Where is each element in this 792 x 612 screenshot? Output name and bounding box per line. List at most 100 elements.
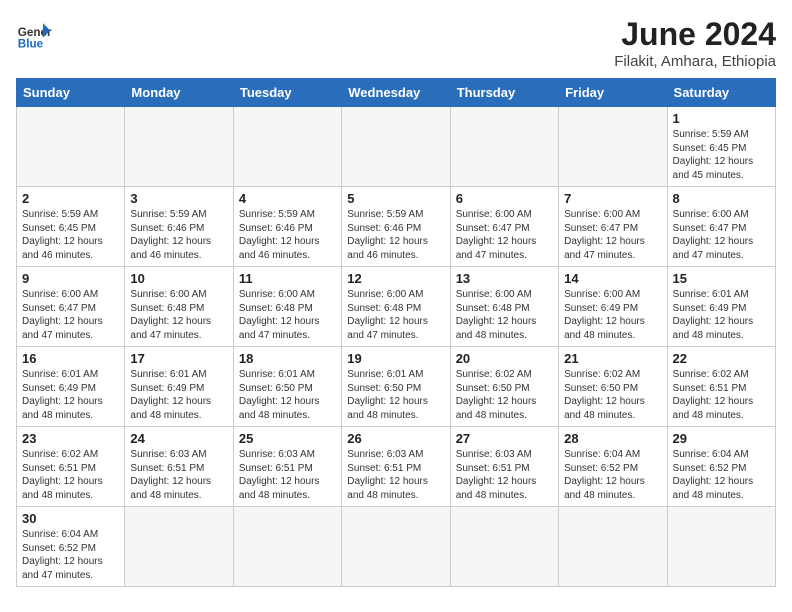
day-number: 16	[22, 351, 119, 366]
calendar-day-cell: 15 Sunrise: 6:01 AM Sunset: 6:49 PM Dayli…	[667, 267, 775, 347]
calendar-day-cell: 29 Sunrise: 6:04 AM Sunset: 6:52 PM Dayli…	[667, 427, 775, 507]
calendar-day-cell: 27 Sunrise: 6:03 AM Sunset: 6:51 PM Dayli…	[450, 427, 558, 507]
column-header-saturday: Saturday	[667, 79, 775, 107]
day-number: 13	[456, 271, 553, 286]
calendar-day-cell: 28Sunrise: 6:04 AM Sunset: 6:52 PM Dayli…	[559, 427, 667, 507]
logo-icon: General Blue	[16, 16, 52, 52]
day-info: Sunrise: 6:02 AM Sunset: 6:50 PM Dayligh…	[456, 368, 553, 422]
day-info: Sunrise: 6:03 AM Sunset: 6:51 PM Dayligh…	[239, 448, 336, 502]
day-number: 1	[673, 111, 770, 126]
calendar-day-cell: 21Sunrise: 6:02 AM Sunset: 6:50 PM Dayli…	[559, 347, 667, 427]
calendar-day-cell: 2Sunrise: 5:59 AM Sunset: 6:45 PM Daylig…	[17, 187, 125, 267]
day-number: 19	[347, 351, 444, 366]
day-number: 12	[347, 271, 444, 286]
calendar-day-cell: 30 Sunrise: 6:04 AM Sunset: 6:52 PM Dayli…	[17, 507, 125, 587]
calendar-day-cell: 3 Sunrise: 5:59 AM Sunset: 6:46 PM Daylig…	[125, 187, 233, 267]
calendar-day-cell	[233, 507, 341, 587]
day-number: 15	[673, 271, 770, 286]
calendar-day-cell: 5 Sunrise: 5:59 AM Sunset: 6:46 PM Daylig…	[342, 187, 450, 267]
day-info: Sunrise: 6:01 AM Sunset: 6:50 PM Dayligh…	[347, 368, 444, 422]
calendar-day-cell: 14 Sunrise: 6:00 AM Sunset: 6:49 PM Dayli…	[559, 267, 667, 347]
day-number: 18	[239, 351, 336, 366]
day-number: 28	[564, 431, 661, 446]
day-info: Sunrise: 6:04 AM Sunset: 6:52 PM Dayligh…	[673, 448, 770, 502]
day-info: Sunrise: 5:59 AM Sunset: 6:46 PM Dayligh…	[130, 208, 227, 262]
month-year-title: June 2024	[614, 16, 776, 53]
calendar-day-cell: 12 Sunrise: 6:00 AM Sunset: 6:48 PM Dayli…	[342, 267, 450, 347]
day-info: Sunrise: 6:03 AM Sunset: 6:51 PM Dayligh…	[456, 448, 553, 502]
day-number: 6	[456, 191, 553, 206]
day-info: Sunrise: 6:00 AM Sunset: 6:49 PM Dayligh…	[564, 288, 661, 342]
day-number: 14	[564, 271, 661, 286]
calendar-day-cell: 7 Sunrise: 6:00 AM Sunset: 6:47 PM Daylig…	[559, 187, 667, 267]
calendar-day-cell: 25Sunrise: 6:03 AM Sunset: 6:51 PM Dayli…	[233, 427, 341, 507]
calendar-day-cell: 13 Sunrise: 6:00 AM Sunset: 6:48 PM Dayli…	[450, 267, 558, 347]
day-number: 27	[456, 431, 553, 446]
calendar-day-cell: 18 Sunrise: 6:01 AM Sunset: 6:50 PM Dayli…	[233, 347, 341, 427]
calendar-week-row: 2Sunrise: 5:59 AM Sunset: 6:45 PM Daylig…	[17, 187, 776, 267]
day-info: Sunrise: 5:59 AM Sunset: 6:46 PM Dayligh…	[347, 208, 444, 262]
calendar-day-cell	[17, 107, 125, 187]
day-info: Sunrise: 6:00 AM Sunset: 6:47 PM Dayligh…	[673, 208, 770, 262]
calendar-day-cell: 8Sunrise: 6:00 AM Sunset: 6:47 PM Daylig…	[667, 187, 775, 267]
calendar-week-row: 23 Sunrise: 6:02 AM Sunset: 6:51 PM Dayli…	[17, 427, 776, 507]
page-header: General Blue June 2024 Filakit, Amhara, …	[16, 16, 776, 70]
day-info: Sunrise: 6:03 AM Sunset: 6:51 PM Dayligh…	[130, 448, 227, 502]
day-number: 24	[130, 431, 227, 446]
day-info: Sunrise: 6:01 AM Sunset: 6:50 PM Dayligh…	[239, 368, 336, 422]
day-info: Sunrise: 6:01 AM Sunset: 6:49 PM Dayligh…	[130, 368, 227, 422]
calendar-week-row: 30 Sunrise: 6:04 AM Sunset: 6:52 PM Dayli…	[17, 507, 776, 587]
calendar-header-row: SundayMondayTuesdayWednesdayThursdayFrid…	[17, 79, 776, 107]
column-header-tuesday: Tuesday	[233, 79, 341, 107]
day-info: Sunrise: 6:03 AM Sunset: 6:51 PM Dayligh…	[347, 448, 444, 502]
day-info: Sunrise: 6:02 AM Sunset: 6:51 PM Dayligh…	[673, 368, 770, 422]
column-header-thursday: Thursday	[450, 79, 558, 107]
day-number: 26	[347, 431, 444, 446]
day-info: Sunrise: 6:00 AM Sunset: 6:48 PM Dayligh…	[239, 288, 336, 342]
day-info: Sunrise: 6:00 AM Sunset: 6:48 PM Dayligh…	[347, 288, 444, 342]
day-info: Sunrise: 6:00 AM Sunset: 6:48 PM Dayligh…	[456, 288, 553, 342]
calendar-day-cell: 17 Sunrise: 6:01 AM Sunset: 6:49 PM Dayli…	[125, 347, 233, 427]
day-info: Sunrise: 5:59 AM Sunset: 6:46 PM Dayligh…	[239, 208, 336, 262]
svg-text:Blue: Blue	[18, 38, 44, 51]
calendar-day-cell	[450, 507, 558, 587]
calendar-day-cell: 26 Sunrise: 6:03 AM Sunset: 6:51 PM Dayli…	[342, 427, 450, 507]
day-info: Sunrise: 6:00 AM Sunset: 6:47 PM Dayligh…	[564, 208, 661, 262]
calendar-day-cell	[450, 107, 558, 187]
calendar-day-cell: 11Sunrise: 6:00 AM Sunset: 6:48 PM Dayli…	[233, 267, 341, 347]
calendar-day-cell: 1 Sunrise: 5:59 AM Sunset: 6:45 PM Daylig…	[667, 107, 775, 187]
calendar-day-cell	[667, 507, 775, 587]
calendar-day-cell: 10Sunrise: 6:00 AM Sunset: 6:48 PM Dayli…	[125, 267, 233, 347]
column-header-monday: Monday	[125, 79, 233, 107]
calendar-day-cell	[559, 107, 667, 187]
calendar-day-cell: 9 Sunrise: 6:00 AM Sunset: 6:47 PM Daylig…	[17, 267, 125, 347]
day-info: Sunrise: 6:02 AM Sunset: 6:51 PM Dayligh…	[22, 448, 119, 502]
day-number: 30	[22, 511, 119, 526]
day-info: Sunrise: 6:01 AM Sunset: 6:49 PM Dayligh…	[22, 368, 119, 422]
day-info: Sunrise: 5:59 AM Sunset: 6:45 PM Dayligh…	[22, 208, 119, 262]
day-number: 5	[347, 191, 444, 206]
column-header-wednesday: Wednesday	[342, 79, 450, 107]
calendar-day-cell: 6 Sunrise: 6:00 AM Sunset: 6:47 PM Daylig…	[450, 187, 558, 267]
day-number: 9	[22, 271, 119, 286]
day-info: Sunrise: 6:00 AM Sunset: 6:47 PM Dayligh…	[22, 288, 119, 342]
calendar-week-row: 9 Sunrise: 6:00 AM Sunset: 6:47 PM Daylig…	[17, 267, 776, 347]
calendar-day-cell: 19 Sunrise: 6:01 AM Sunset: 6:50 PM Dayli…	[342, 347, 450, 427]
day-number: 7	[564, 191, 661, 206]
day-info: Sunrise: 6:00 AM Sunset: 6:47 PM Dayligh…	[456, 208, 553, 262]
calendar-table: SundayMondayTuesdayWednesdayThursdayFrid…	[16, 78, 776, 587]
calendar-week-row: 16 Sunrise: 6:01 AM Sunset: 6:49 PM Dayli…	[17, 347, 776, 427]
calendar-day-cell: 23 Sunrise: 6:02 AM Sunset: 6:51 PM Dayli…	[17, 427, 125, 507]
calendar-day-cell: 20Sunrise: 6:02 AM Sunset: 6:50 PM Dayli…	[450, 347, 558, 427]
day-number: 23	[22, 431, 119, 446]
day-info: Sunrise: 5:59 AM Sunset: 6:45 PM Dayligh…	[673, 128, 770, 182]
day-number: 3	[130, 191, 227, 206]
day-number: 29	[673, 431, 770, 446]
day-number: 17	[130, 351, 227, 366]
day-info: Sunrise: 6:04 AM Sunset: 6:52 PM Dayligh…	[22, 528, 119, 582]
calendar-day-cell: 16 Sunrise: 6:01 AM Sunset: 6:49 PM Dayli…	[17, 347, 125, 427]
day-info: Sunrise: 6:01 AM Sunset: 6:49 PM Dayligh…	[673, 288, 770, 342]
day-info: Sunrise: 6:00 AM Sunset: 6:48 PM Dayligh…	[130, 288, 227, 342]
day-number: 22	[673, 351, 770, 366]
calendar-day-cell	[342, 107, 450, 187]
